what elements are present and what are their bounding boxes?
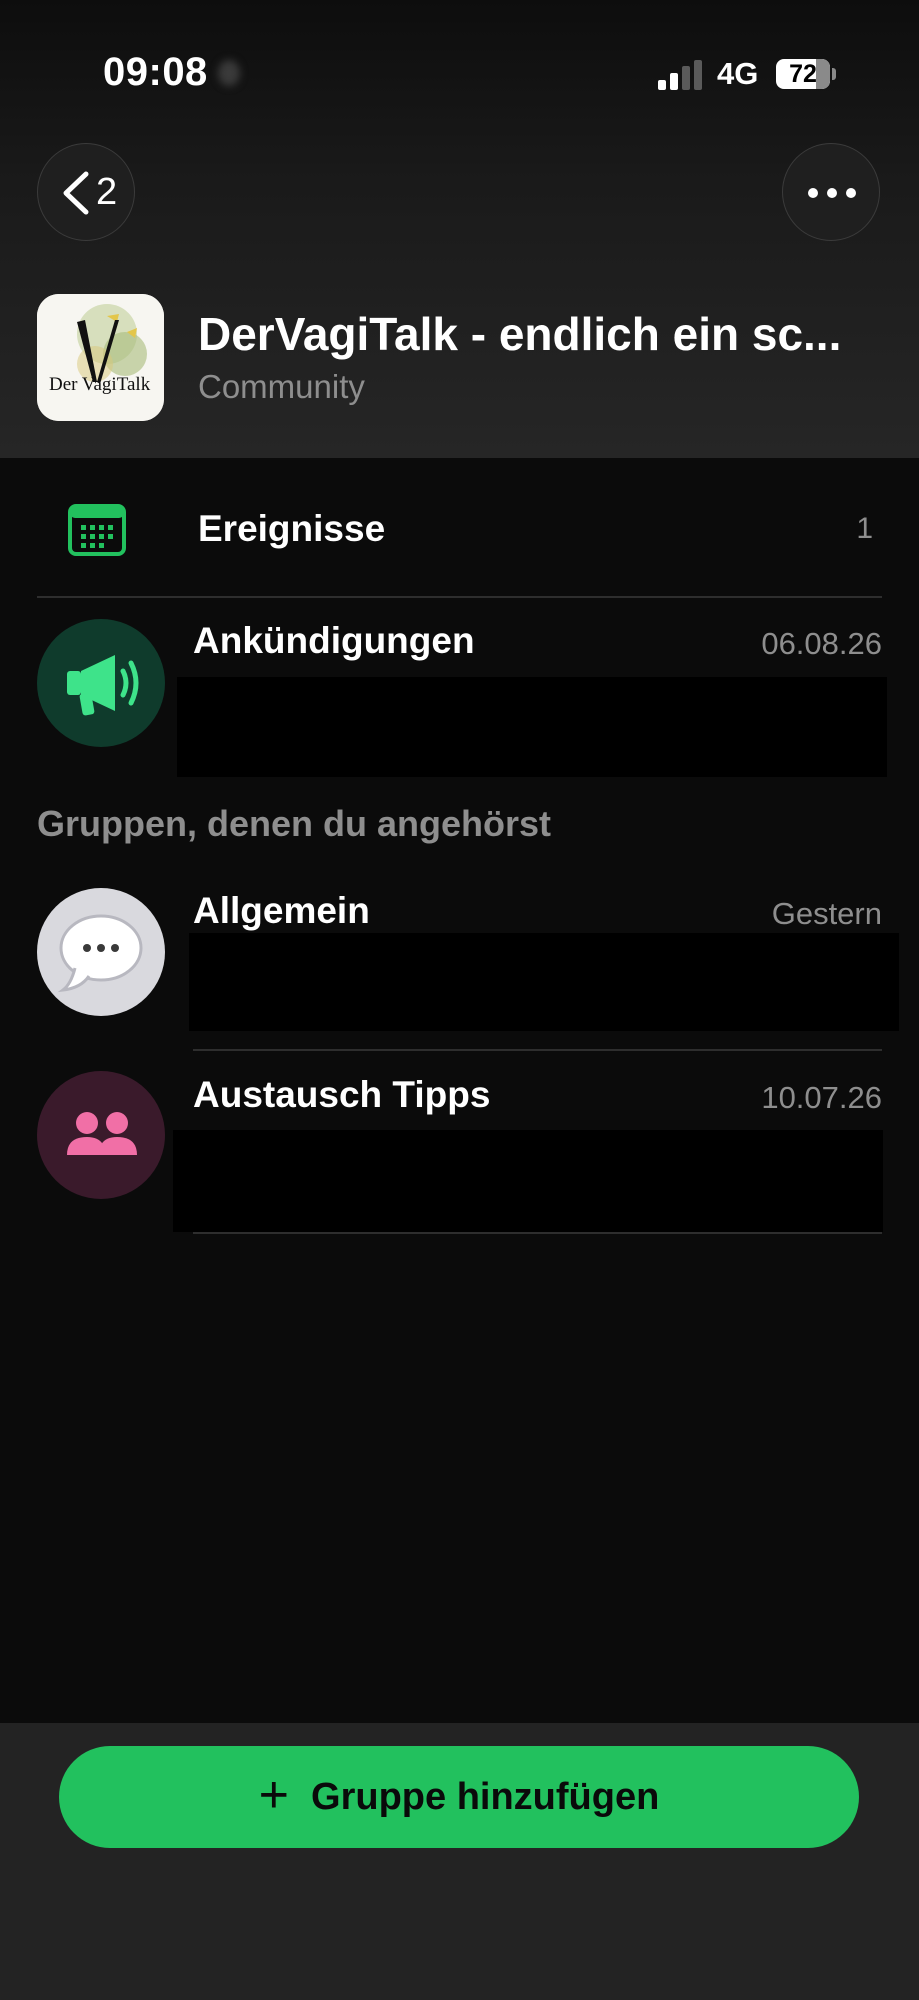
divider bbox=[37, 596, 882, 598]
back-button[interactable]: 2 bbox=[37, 143, 135, 241]
back-count: 2 bbox=[96, 171, 118, 213]
redacted-message-preview bbox=[177, 677, 887, 777]
events-label: Ereignisse bbox=[198, 508, 386, 549]
chat-bubble-icon bbox=[57, 914, 143, 993]
megaphone-icon bbox=[67, 655, 139, 716]
battery-icon: 72 bbox=[776, 59, 830, 89]
battery-tip bbox=[832, 68, 836, 80]
announcements-time: 06.08.26 bbox=[761, 626, 882, 661]
announcements-avatar bbox=[37, 619, 165, 747]
group-avatar bbox=[37, 888, 165, 1016]
status-time: 09:08 bbox=[103, 50, 208, 94]
network-type: 4G bbox=[717, 56, 759, 91]
divider bbox=[193, 1232, 882, 1234]
community-logo-image: Der VagiTalk bbox=[37, 294, 164, 421]
calendar-icon bbox=[68, 504, 126, 556]
location-indicator bbox=[218, 60, 240, 86]
group-name: Allgemein bbox=[193, 890, 370, 931]
events-count: 1 bbox=[856, 512, 873, 545]
group-time: 10.07.26 bbox=[761, 1080, 882, 1115]
community-title: DerVagiTalk - endlich ein sc... bbox=[198, 308, 842, 360]
redacted-message-preview bbox=[189, 933, 899, 1031]
group-avatar bbox=[37, 1071, 165, 1199]
add-group-label: Gruppe hinzufügen bbox=[311, 1775, 660, 1818]
divider bbox=[193, 1049, 882, 1051]
plus-icon: + bbox=[258, 1766, 290, 1824]
logo-text: Der VagiTalk bbox=[49, 374, 151, 395]
signal-icon bbox=[658, 60, 704, 90]
redacted-message-preview bbox=[173, 1130, 883, 1232]
community-logo[interactable]: Der VagiTalk bbox=[37, 294, 164, 421]
group-name: Austausch Tipps bbox=[193, 1074, 491, 1115]
group-time: Gestern bbox=[771, 896, 882, 931]
community-subtitle: Community bbox=[198, 368, 365, 405]
more-options-button[interactable] bbox=[782, 143, 880, 241]
status-bar: 09:08 4G 72 bbox=[0, 0, 919, 150]
chevron-left-icon bbox=[63, 171, 89, 215]
people-icon bbox=[67, 1112, 137, 1155]
events-row[interactable]: Ereignisse 1 bbox=[0, 458, 919, 598]
announcements-name: Ankündigungen bbox=[193, 620, 475, 661]
add-group-button[interactable]: + Gruppe hinzufügen bbox=[59, 1746, 859, 1848]
more-icon bbox=[808, 188, 856, 198]
battery-level: 72 bbox=[789, 60, 817, 88]
groups-section-label: Gruppen, denen du angehörst bbox=[37, 803, 552, 844]
